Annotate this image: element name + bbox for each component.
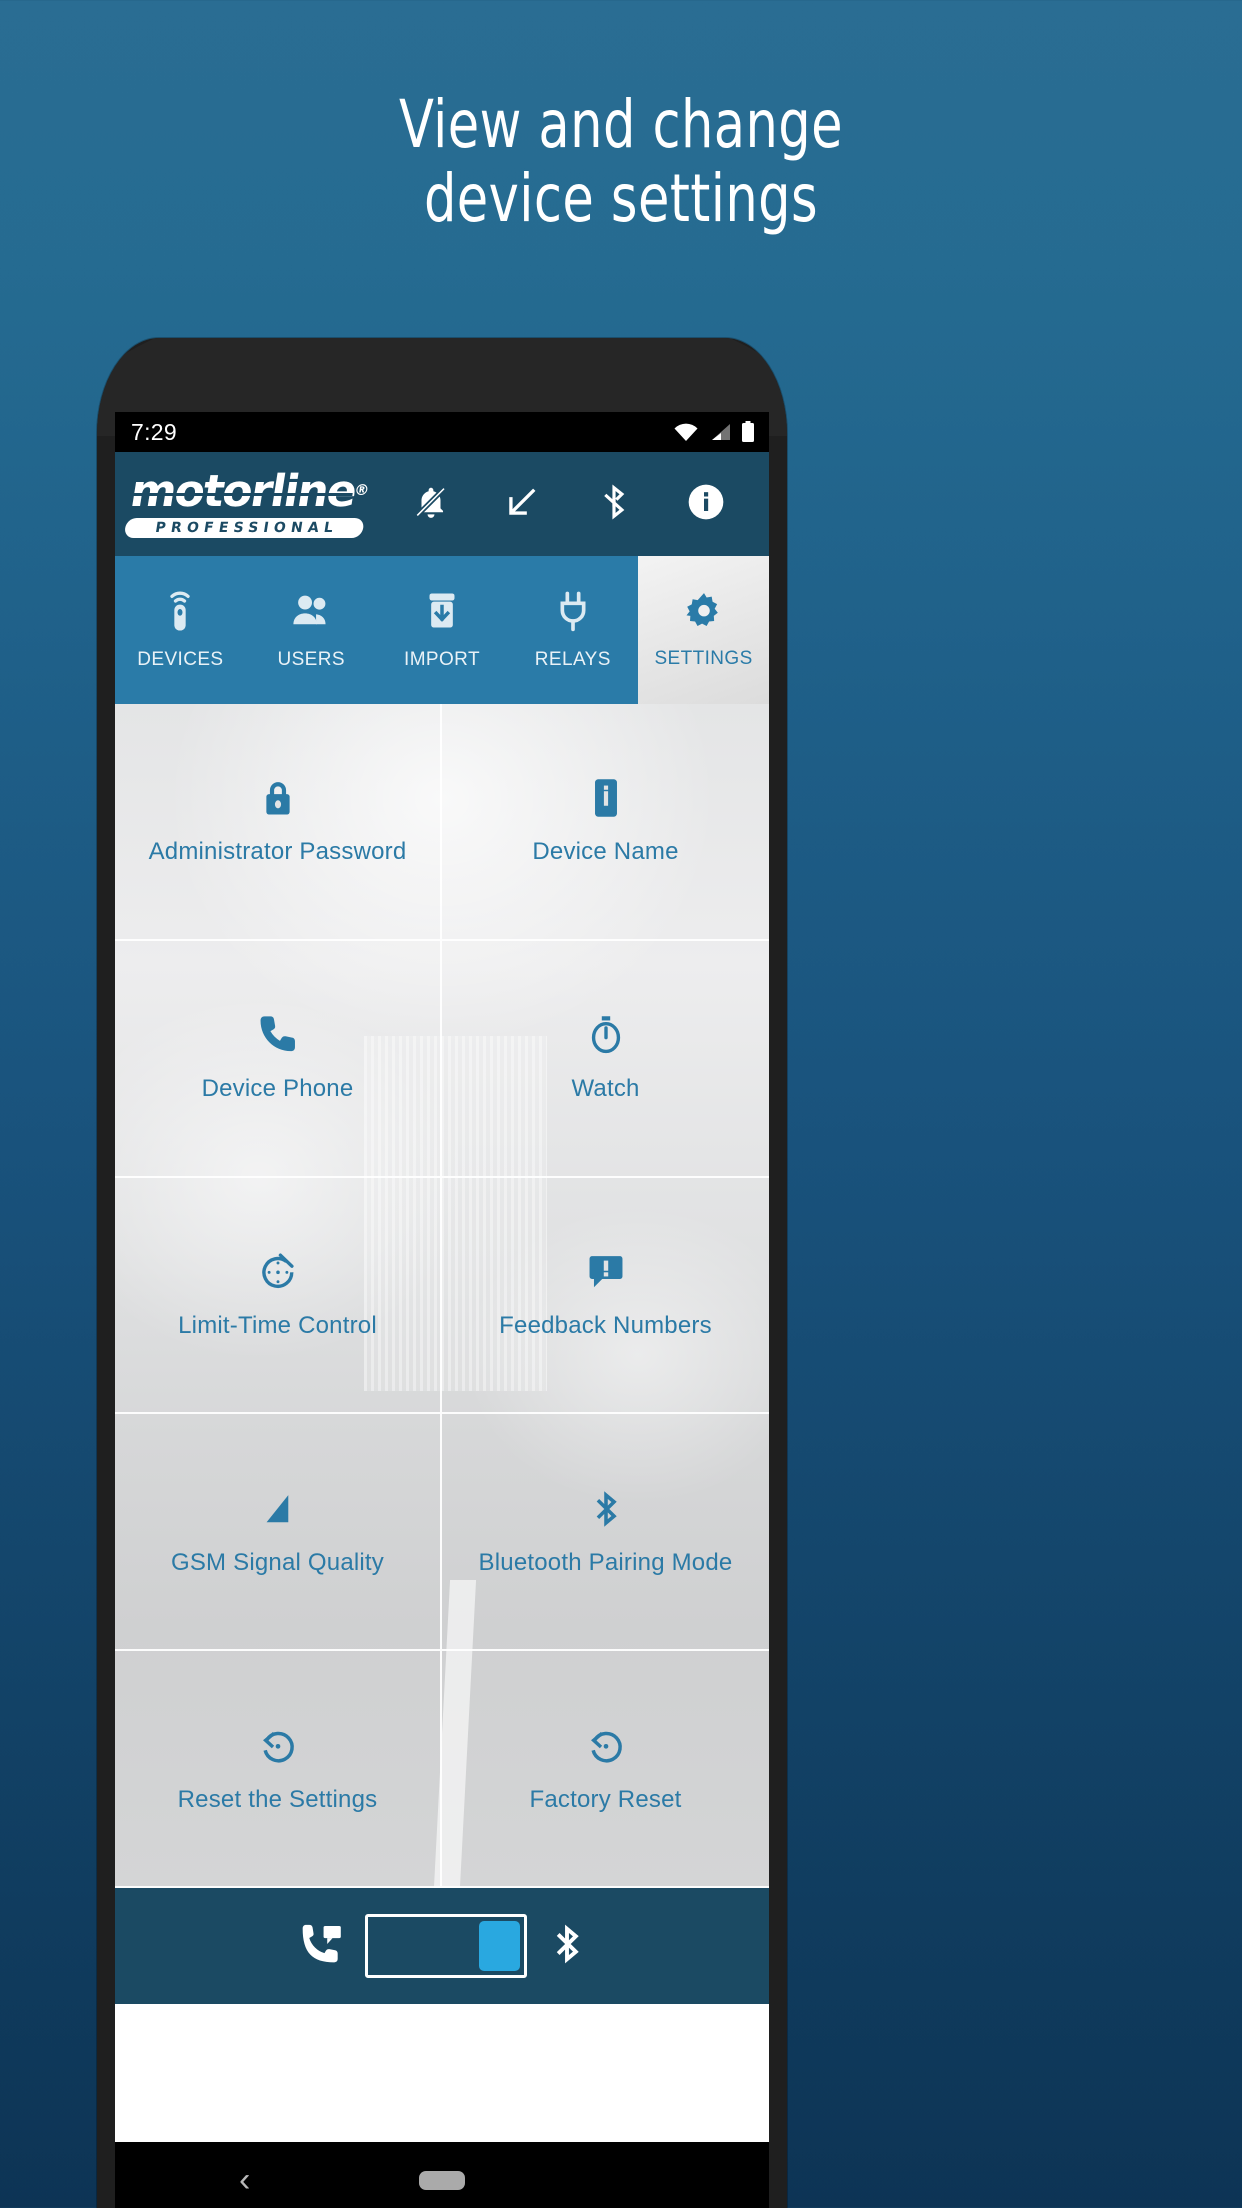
connection-mode-bar bbox=[115, 1888, 769, 2004]
settings-label: Watch bbox=[571, 1075, 640, 1103]
tab-devices[interactable]: DEVICES bbox=[115, 556, 246, 704]
settings-label: Bluetooth Pairing Mode bbox=[478, 1548, 733, 1576]
promo-headline-line-2: device settings bbox=[423, 160, 819, 237]
phone-screen: 7:29 motorline ® PROFESSIONAL DEVICES US… bbox=[115, 412, 769, 2142]
wifi-icon bbox=[673, 422, 699, 442]
app-header: motorline ® PROFESSIONAL bbox=[115, 452, 769, 556]
settings-label: Device Phone bbox=[201, 1075, 354, 1103]
bluetooth-icon[interactable] bbox=[549, 1921, 585, 1972]
info-icon[interactable] bbox=[686, 482, 726, 527]
logo-wordmark: motorline ® bbox=[127, 466, 372, 517]
restore-icon bbox=[258, 1724, 298, 1768]
bluetooth-disabled-icon[interactable] bbox=[595, 483, 633, 526]
arrow-down-left-icon[interactable] bbox=[503, 483, 541, 526]
status-bar-clock: 7:29 bbox=[131, 418, 177, 445]
notifications-off-icon[interactable] bbox=[412, 483, 450, 526]
app-header-actions bbox=[367, 482, 753, 527]
settings-item-watch[interactable]: Watch bbox=[442, 941, 769, 1178]
nav-home-button[interactable] bbox=[419, 2170, 465, 2190]
settings-grid-container: Administrator Password Device Name Devic… bbox=[115, 704, 769, 1888]
tab-users[interactable]: USERS bbox=[246, 556, 377, 704]
settings-item-device-name[interactable]: Device Name bbox=[442, 704, 769, 941]
settings-item-factory-reset[interactable]: Factory Reset bbox=[442, 1651, 769, 1888]
settings-item-device-phone[interactable]: Device Phone bbox=[115, 940, 442, 1178]
settings-label: Feedback Numbers bbox=[499, 1311, 712, 1339]
settings-item-bluetooth-pairing-mode[interactable]: Bluetooth Pairing Mode bbox=[442, 1414, 769, 1652]
logo-word-text: motorline bbox=[126, 466, 360, 517]
promo-headline-line-1: View and change bbox=[398, 86, 843, 163]
remote-signal-icon bbox=[160, 589, 200, 638]
settings-label: Factory Reset bbox=[529, 1785, 682, 1813]
tab-label-devices: DEVICES bbox=[137, 649, 224, 670]
promo-headline: View and change device settings bbox=[87, 88, 1155, 236]
settings-label: Limit-Time Control bbox=[178, 1311, 377, 1339]
stopwatch-icon bbox=[588, 1013, 624, 1057]
settings-item-limit-time-control[interactable]: Limit-Time Control bbox=[115, 1177, 442, 1415]
battery-icon bbox=[741, 421, 755, 443]
tab-import[interactable]: IMPORT bbox=[377, 556, 508, 704]
connection-mode-toggle[interactable] bbox=[365, 1914, 527, 1978]
tab-label-import: IMPORT bbox=[404, 649, 480, 670]
timer-icon bbox=[258, 1250, 298, 1294]
settings-item-administrator-password[interactable]: Administrator Password bbox=[115, 704, 442, 941]
android-nav-bar: ‹ bbox=[115, 2142, 769, 2208]
message-alert-icon bbox=[587, 1250, 625, 1294]
signal-bars-icon bbox=[259, 1487, 297, 1531]
motorline-logo: motorline ® PROFESSIONAL bbox=[123, 466, 373, 538]
settings-label: Reset the Settings bbox=[177, 1785, 378, 1813]
box-download-icon bbox=[422, 589, 462, 638]
tab-relays[interactable]: RELAYS bbox=[507, 556, 638, 704]
main-tab-bar: DEVICES USERS IMPORT RELAYS SETTINGS bbox=[115, 556, 769, 704]
status-bar: 7:29 bbox=[115, 412, 769, 452]
settings-label: Device Name bbox=[532, 838, 679, 866]
settings-label: Administrator Password bbox=[148, 838, 407, 866]
gear-icon bbox=[683, 590, 725, 637]
tab-label-settings: SETTINGS bbox=[654, 648, 753, 669]
cellular-signal-icon bbox=[708, 422, 732, 442]
people-icon bbox=[289, 589, 333, 638]
settings-label: GSM Signal Quality bbox=[170, 1548, 384, 1576]
status-bar-icons bbox=[673, 421, 755, 443]
phone-sms-icon[interactable] bbox=[299, 1922, 343, 1971]
tab-label-relays: RELAYS bbox=[534, 649, 611, 670]
tab-settings[interactable]: SETTINGS bbox=[638, 556, 769, 704]
settings-item-feedback-numbers[interactable]: Feedback Numbers bbox=[442, 1178, 769, 1415]
settings-item-reset-the-settings[interactable]: Reset the Settings bbox=[115, 1651, 442, 1888]
lock-icon bbox=[260, 776, 296, 820]
restore-icon bbox=[586, 1724, 626, 1768]
logo-subtitle: PROFESSIONAL bbox=[123, 518, 365, 538]
settings-item-gsm-signal-quality[interactable]: GSM Signal Quality bbox=[115, 1414, 442, 1652]
device-info-icon bbox=[591, 776, 621, 820]
tab-label-users: USERS bbox=[277, 649, 345, 670]
phone-mockup: 7:29 motorline ® PROFESSIONAL DEVICES US… bbox=[97, 338, 787, 2208]
nav-back-button[interactable]: ‹ bbox=[239, 2163, 250, 2197]
toggle-thumb[interactable] bbox=[479, 1921, 520, 1971]
bluetooth-icon bbox=[589, 1487, 623, 1531]
settings-grid: Administrator Password Device Name Devic… bbox=[115, 704, 769, 1888]
power-plug-icon bbox=[553, 589, 593, 638]
phone-icon bbox=[258, 1013, 298, 1057]
